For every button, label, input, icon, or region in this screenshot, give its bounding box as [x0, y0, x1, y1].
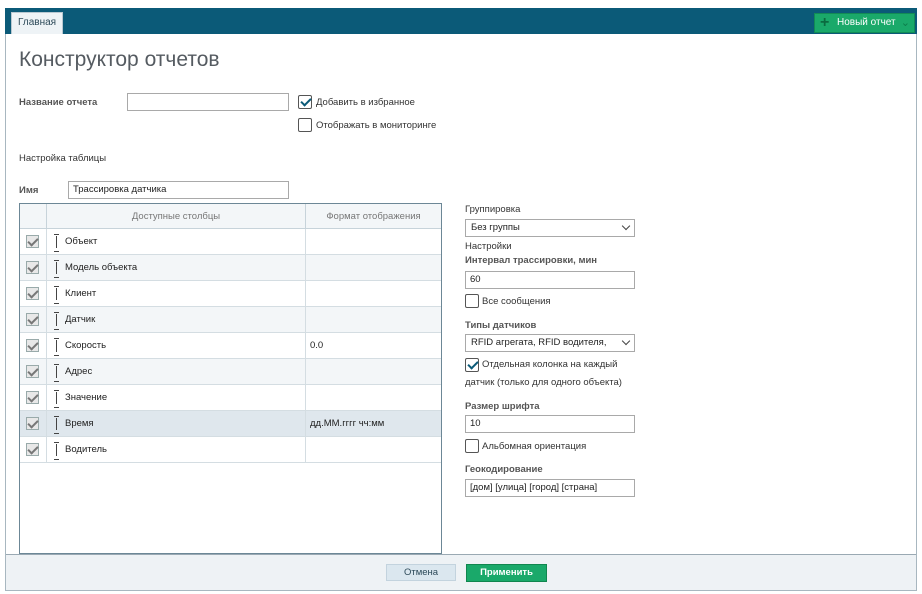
cancel-button[interactable]: Отмена	[386, 564, 456, 581]
sensor-types-label: Типы датчиков	[465, 320, 537, 331]
grouping-select[interactable]: Без группы	[465, 219, 635, 237]
drag-handle-icon[interactable]	[54, 364, 60, 382]
table-row[interactable]: Модель объекта	[20, 255, 441, 281]
row-name: Адрес	[65, 366, 93, 377]
page-title: Конструктор отчетов	[19, 48, 220, 71]
chevron-down-icon	[621, 221, 631, 231]
favorites-label: Добавить в избранное	[316, 97, 415, 108]
row-name: Объект	[65, 236, 98, 247]
table-row[interactable]: Водитель	[20, 437, 441, 463]
drag-handle-icon[interactable]	[54, 390, 60, 408]
separate-column-label-line1: Отдельная колонка на каждый	[482, 359, 618, 370]
row-name: Датчик	[65, 314, 96, 325]
table-name-label: Имя	[19, 185, 39, 196]
row-format[interactable]	[306, 437, 441, 463]
drag-handle-icon[interactable]	[54, 338, 60, 356]
table-row[interactable]: Клиент	[20, 281, 441, 307]
separate-column-label-line2: датчик (только для одного объекта)	[465, 377, 622, 388]
grid-header-available[interactable]: Доступные столбцы	[47, 204, 306, 229]
drag-handle-icon[interactable]	[54, 260, 60, 278]
top-bar: Главная + Новый отчет ⌄	[5, 8, 917, 34]
table-row[interactable]: Датчик	[20, 307, 441, 333]
interval-input[interactable]: 60	[465, 271, 635, 289]
row-checkbox[interactable]	[26, 287, 39, 300]
all-messages-label: Все сообщения	[482, 296, 551, 307]
table-row[interactable]: Значение	[20, 385, 441, 411]
grouping-label: Группировка	[465, 204, 521, 215]
row-checkbox[interactable]	[26, 235, 39, 248]
drag-handle-icon[interactable]	[54, 416, 60, 434]
row-name: Модель объекта	[65, 262, 138, 273]
plus-icon: +	[820, 14, 830, 31]
geocoding-input[interactable]: [дом] [улица] [город] [страна]	[465, 479, 635, 497]
chevron-down-icon[interactable]: ⌄	[901, 14, 910, 32]
drag-handle-icon[interactable]	[54, 286, 60, 304]
row-checkbox[interactable]	[26, 391, 39, 404]
new-report-label: Новый отчет	[837, 17, 896, 28]
landscape-checkbox[interactable]	[465, 439, 479, 453]
font-size-input[interactable]: 10	[465, 415, 635, 433]
tab-home[interactable]: Главная	[11, 12, 64, 34]
row-checkbox[interactable]	[26, 313, 39, 326]
row-checkbox[interactable]	[26, 261, 39, 274]
row-name: Значение	[65, 392, 108, 403]
row-name: Водитель	[65, 444, 107, 455]
monitoring-checkbox[interactable]	[298, 118, 312, 132]
table-name-input[interactable]: Трассировка датчика	[68, 181, 289, 199]
drag-handle-icon[interactable]	[54, 234, 60, 252]
row-checkbox[interactable]	[26, 443, 39, 456]
report-name-label: Название отчета	[19, 97, 98, 108]
drag-handle-icon[interactable]	[54, 312, 60, 330]
row-format[interactable]	[306, 255, 441, 281]
monitoring-label: Отображать в мониторинге	[316, 120, 437, 131]
separate-column-checkbox[interactable]	[465, 358, 479, 372]
table-row[interactable]: Скорость 0.0	[20, 333, 441, 359]
apply-button[interactable]: Применить	[466, 564, 547, 582]
columns-grid: Доступные столбцы Формат отображения Объ…	[19, 203, 442, 554]
report-name-input[interactable]	[127, 93, 289, 111]
settings-label: Настройки	[465, 241, 512, 252]
geocoding-label: Геокодирование	[465, 464, 543, 475]
landscape-label: Альбомная ориентация	[482, 441, 587, 452]
interval-label: Интервал трассировки, мин	[465, 255, 598, 266]
footer-bar	[6, 554, 916, 590]
row-checkbox[interactable]	[26, 365, 39, 378]
sensor-types-value: RFID агрегата, RFID водителя,	[471, 337, 607, 348]
all-messages-checkbox[interactable]	[465, 294, 479, 308]
table-row[interactable]: Адрес	[20, 359, 441, 385]
new-report-button[interactable]: + Новый отчет ⌄	[814, 13, 915, 33]
drag-handle-icon[interactable]	[54, 442, 60, 460]
row-format[interactable]	[306, 229, 441, 255]
row-checkbox[interactable]	[26, 417, 39, 430]
row-name: Время	[65, 418, 94, 429]
font-size-label: Размер шрифта	[465, 401, 540, 412]
row-format[interactable]	[306, 385, 441, 411]
table-settings-label: Настройка таблицы	[19, 153, 107, 164]
grouping-value: Без группы	[471, 222, 520, 233]
row-name: Клиент	[65, 288, 97, 299]
chevron-down-icon	[621, 336, 631, 346]
grid-header: Доступные столбцы Формат отображения	[20, 204, 441, 229]
favorites-checkbox[interactable]	[298, 95, 312, 109]
row-format[interactable]: дд.ММ.гггг чч:мм	[306, 411, 441, 437]
grid-header-format[interactable]: Формат отображения	[306, 204, 441, 229]
row-format[interactable]: 0.0	[306, 333, 441, 359]
grid-header-check	[20, 204, 47, 229]
row-name: Скорость	[65, 340, 107, 351]
row-format[interactable]	[306, 359, 441, 385]
sensor-types-select[interactable]: RFID агрегата, RFID водителя,	[465, 334, 635, 352]
row-format[interactable]	[306, 281, 441, 307]
row-checkbox[interactable]	[26, 339, 39, 352]
table-row[interactable]: Объект	[20, 229, 441, 255]
row-format[interactable]	[306, 307, 441, 333]
table-row-selected[interactable]: Время дд.ММ.гггг чч:мм	[20, 411, 441, 437]
